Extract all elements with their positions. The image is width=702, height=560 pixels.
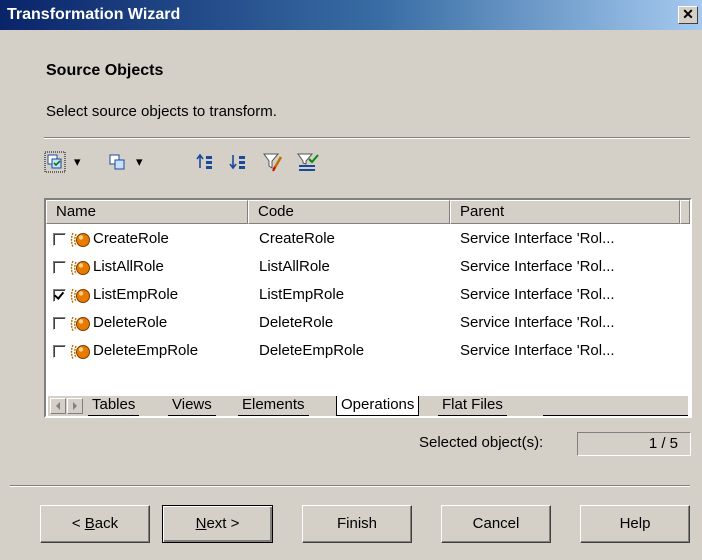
operation-icon [70, 315, 90, 333]
next-button-rest: ext > [206, 515, 240, 532]
row-parent: Service Interface 'Rol... [460, 342, 615, 359]
row-name: DeleteRole [93, 314, 168, 331]
row-code: CreateRole [259, 230, 335, 247]
chevron-down-icon[interactable]: ▾ [74, 154, 81, 170]
window-title: Transformation Wizard [7, 6, 181, 23]
table-row[interactable]: ListEmpRole ListEmpRole Service Interface … [46, 282, 686, 310]
operation-icon [70, 287, 90, 305]
footer-divider [10, 485, 690, 487]
back-button-rest: ack [94, 515, 119, 532]
chevron-down-icon[interactable]: ▾ [136, 154, 143, 170]
row-code: ListAllRole [259, 258, 330, 275]
tab-tables[interactable]: Tables [88, 396, 140, 416]
arrow-right-icon [73, 402, 77, 410]
deselect-all-button[interactable]: ▾ [108, 150, 143, 174]
header-divider [44, 137, 690, 139]
row-name: ListAllRole [93, 258, 164, 275]
select-all-icon [44, 151, 66, 173]
column-header-filler [680, 200, 690, 224]
row-code: DeleteEmpRole [259, 342, 365, 359]
cancel-button[interactable]: Cancel [441, 505, 551, 543]
row-checkbox[interactable] [53, 289, 66, 302]
selected-objects-label: Selected object(s): [419, 434, 544, 451]
tab-operations[interactable]: Operations [336, 396, 420, 416]
close-icon[interactable]: ✕ [678, 6, 698, 24]
row-checkbox[interactable] [53, 317, 66, 330]
apply-filter-icon [297, 153, 319, 171]
deselect-all-icon [109, 154, 125, 170]
filter-icon [263, 153, 283, 172]
row-name: DeleteEmpRole [93, 342, 199, 359]
row-code: DeleteRole [259, 314, 334, 331]
move-down-button[interactable] [229, 150, 247, 174]
row-checkbox[interactable] [53, 345, 66, 358]
transformation-wizard-window: Transformation Wizard ✕ Source Objects S… [0, 0, 702, 560]
tab-scroll-left-button[interactable] [50, 398, 66, 414]
move-up-icon [196, 153, 212, 169]
next-button[interactable]: Next > [162, 505, 273, 543]
row-code: ListEmpRole [259, 286, 345, 303]
apply-filter-button[interactable] [296, 150, 320, 174]
row-parent: Service Interface 'Rol... [460, 286, 615, 303]
back-button-prefix: < [71, 515, 85, 532]
tab-elements[interactable]: Elements [238, 396, 309, 416]
table-row[interactable]: CreateRole CreateRole Service Interface 'R… [46, 226, 686, 254]
row-parent: Service Interface 'Rol... [460, 230, 615, 247]
column-header-code[interactable]: Code [248, 200, 450, 224]
select-all-button[interactable]: ▾ [44, 150, 81, 174]
page-heading: Source Objects [46, 62, 164, 79]
row-checkbox[interactable] [53, 261, 66, 274]
tab-views[interactable]: Views [168, 396, 216, 416]
tab-scroll-right-button[interactable] [67, 398, 83, 414]
arrow-left-icon [56, 402, 60, 410]
row-name: ListEmpRole [93, 286, 179, 303]
table-row[interactable]: DeleteRole DeleteRole Service Interface 'R… [46, 310, 686, 338]
object-type-tabs: Tables Views Elements Operations Flat Fi… [48, 396, 688, 416]
row-parent: Service Interface 'Rol... [460, 258, 615, 275]
page-subtitle: Select source objects to transform. [46, 103, 277, 120]
row-name: CreateRole [93, 230, 169, 247]
table-row[interactable]: DeleteEmpRole DeleteEmpRole Service Interf… [46, 338, 686, 366]
filter-button[interactable] [262, 150, 284, 174]
selected-objects-count: 1 / 5 [577, 432, 691, 456]
table-row[interactable]: ListAllRole ListAllRole Service Interface … [46, 254, 686, 282]
column-header-parent[interactable]: Parent [450, 200, 680, 224]
operation-icon [70, 343, 90, 361]
tab-flat-files[interactable]: Flat Files [438, 396, 507, 416]
back-button[interactable]: < Back [40, 505, 150, 543]
row-parent: Service Interface 'Rol... [460, 314, 615, 331]
tab-strip-filler [543, 396, 688, 416]
title-bar[interactable]: Transformation Wizard ✕ [0, 0, 702, 30]
operation-icon [70, 259, 90, 277]
back-button-accel: B [84, 515, 95, 532]
operation-icon [70, 231, 90, 249]
row-checkbox[interactable] [53, 233, 66, 246]
move-down-icon [229, 155, 245, 170]
finish-button[interactable]: Finish [302, 505, 412, 543]
help-button[interactable]: Help [580, 505, 690, 543]
source-objects-grid: Name Code Parent CreateRole CreateRole Ser… [44, 198, 692, 418]
column-header-name[interactable]: Name [46, 200, 248, 224]
next-button-accel: N [195, 515, 207, 532]
move-up-button[interactable] [196, 150, 214, 174]
